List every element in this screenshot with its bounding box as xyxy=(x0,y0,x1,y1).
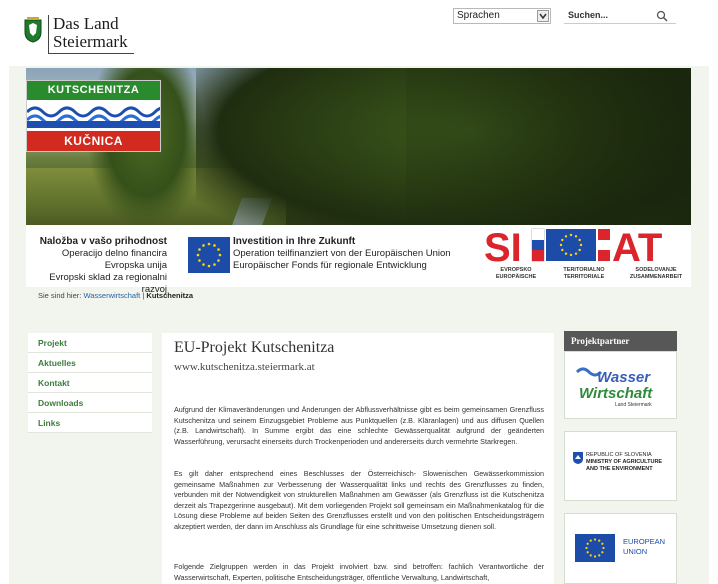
paragraph-2: Es gilt daher entsprechend eines Beschlu… xyxy=(174,469,544,531)
search-input[interactable]: Suchen... xyxy=(564,8,676,24)
project-logo: KUTSCHENITZA KUČNICA xyxy=(26,80,161,152)
svg-text:Land Steiermark: Land Steiermark xyxy=(615,402,652,408)
siat-caption-2: TERITORIALNO TERRITORIALE xyxy=(563,267,605,280)
project-logo-top: KUTSCHENITZA xyxy=(27,81,160,100)
page-url: www.kutschenitza.steiermark.at xyxy=(174,361,315,373)
funding-si-line-1: Operacijo delno financira Evropska unija xyxy=(61,248,167,271)
paragraph-3: Folgende Zielgruppen werden in das Proje… xyxy=(174,562,544,582)
paragraph-1: Aufgrund der Klimaveränderungen und Ände… xyxy=(174,405,544,446)
slovenia-crest-icon xyxy=(573,452,583,464)
breadcrumb: Sie sind hier: Wasserwirtschaft | Kutsch… xyxy=(38,291,193,300)
logo-line-1: Das Land xyxy=(53,14,119,33)
funding-si-heading: Naložba v vašo prihodnost xyxy=(39,236,167,247)
funding-at-text: Investition in Ihre Zukunft Operation te… xyxy=(233,236,473,272)
sidebar-item-aktuelles[interactable]: Aktuelles xyxy=(28,353,152,373)
slovenia-ministry-text: REPUBLIC OF SLOVENIA MINISTRY OF AGRICUL… xyxy=(586,452,663,472)
partner-card-european-union[interactable]: EUROPEAN UNION xyxy=(564,513,677,584)
sidebar-item-projekt[interactable]: Projekt xyxy=(28,333,152,353)
styria-shield-icon xyxy=(24,17,42,43)
funding-at-line-2: Europäischer Fonds für regionale Entwick… xyxy=(233,260,427,271)
project-logo-bottom: KUČNICA xyxy=(27,131,160,151)
svg-text:SI: SI xyxy=(484,226,522,267)
siat-mark-icon: SI AT xyxy=(484,226,662,270)
siat-caption-1: EVROPSKO EUROPÄISCHE xyxy=(495,267,537,280)
funding-si-text: Naložba v vašo prihodnost Operacijo deln… xyxy=(34,236,167,296)
sidebar-item-downloads[interactable]: Downloads xyxy=(28,393,152,413)
site-logo[interactable]: Das Land Steiermark xyxy=(24,15,134,54)
siat-caption-3: SODELOVANJE ZUSAMMENARBEIT xyxy=(629,267,683,280)
breadcrumb-prefix: Sie sind hier: xyxy=(38,291,84,300)
siat-programme-logo: SI AT EVROPSKO EUROPÄISCHE TERITORIALNO TE… xyxy=(484,225,690,283)
eu-flag-icon xyxy=(575,534,615,562)
funding-at-heading: Investition in Ihre Zukunft xyxy=(233,236,356,247)
chevron-down-icon[interactable] xyxy=(537,10,549,22)
sidebar-item-kontakt[interactable]: Kontakt xyxy=(28,373,152,393)
breadcrumb-link-wasserwirtschaft[interactable]: Wasserwirtschaft xyxy=(83,291,140,300)
sidebar-nav: Projekt Aktuelles Kontakt Downloads Link… xyxy=(28,333,152,433)
svg-text:AT: AT xyxy=(612,226,662,267)
partner-card-slovenia-ministry[interactable]: REPUBLIC OF SLOVENIA MINISTRY OF AGRICUL… xyxy=(564,431,677,501)
logo-line-2: Steiermark xyxy=(53,32,128,51)
breadcrumb-current: Kutschenitza xyxy=(146,291,194,300)
page-title: EU-Projekt Kutschenitza xyxy=(174,339,335,356)
language-select-value: Sprachen xyxy=(457,10,500,21)
search-icon[interactable] xyxy=(656,10,668,22)
partners-heading: Projektpartner xyxy=(564,331,677,351)
wasserwirtschaft-logo-icon: Wasser Wirtschaft Land Steiermark xyxy=(575,367,653,408)
partner-card-wasserwirtschaft[interactable]: Wasser Wirtschaft Land Steiermark xyxy=(564,351,677,419)
eu-flag-icon xyxy=(188,237,230,273)
eu-text: EUROPEAN UNION xyxy=(623,537,666,556)
sidebar-item-links[interactable]: Links xyxy=(28,413,152,433)
language-select[interactable]: Sprachen xyxy=(453,8,551,24)
search-placeholder: Suchen... xyxy=(568,10,609,20)
logo-wordmark: Das Land Steiermark xyxy=(48,15,134,54)
svg-text:Wasser: Wasser xyxy=(597,369,651,386)
svg-text:Wirtschaft: Wirtschaft xyxy=(579,385,653,402)
funding-at-line-1: Operation teilfinanziert von der Europäi… xyxy=(233,248,451,259)
